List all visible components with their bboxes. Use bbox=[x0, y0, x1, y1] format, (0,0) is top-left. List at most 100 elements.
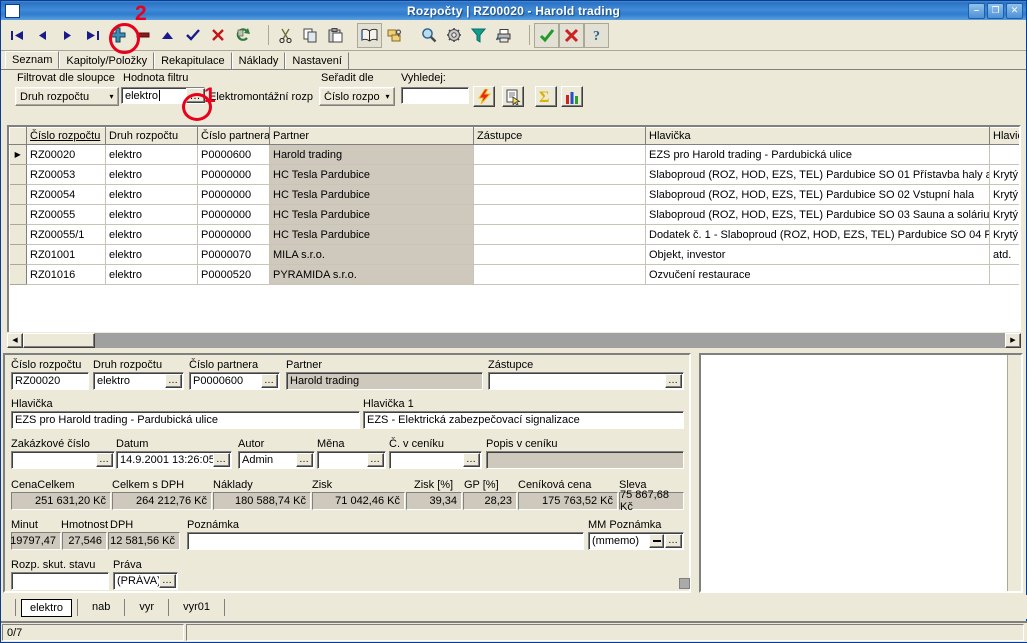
table-row[interactable]: RZ00055 elektro P0000000 HC Tesla Pardub… bbox=[10, 205, 1022, 225]
table-row[interactable]: RZ00055/1 elektro P0000000 HC Tesla Pard… bbox=[10, 225, 1022, 245]
druh-rozpoctu-ellipsis-button[interactable]: … bbox=[165, 374, 182, 388]
table-row[interactable]: RZ01016 elektro P0000520 PYRAMIDA s.r.o.… bbox=[10, 265, 1022, 285]
cell-druh-rozpoctu[interactable]: elektro bbox=[106, 165, 198, 185]
field-druh-rozpoctu[interactable]: elektro … bbox=[93, 372, 184, 390]
cell-zastupce[interactable] bbox=[474, 265, 646, 285]
cell-cislo-partnera[interactable]: P0000000 bbox=[198, 165, 270, 185]
scroll-right-icon[interactable]: ▶ bbox=[1005, 333, 1021, 348]
nav-first-button[interactable] bbox=[5, 23, 30, 48]
field-zakazkove-cislo[interactable]: … bbox=[11, 451, 115, 469]
zakazkove-cislo-ellipsis-button[interactable]: … bbox=[96, 453, 113, 467]
cell-hlavicka1[interactable] bbox=[990, 265, 1022, 285]
record-add-button[interactable] bbox=[105, 23, 130, 48]
tab-rekapitulace[interactable]: Rekapitulace bbox=[154, 52, 232, 69]
prava-ellipsis-button[interactable]: … bbox=[159, 574, 176, 588]
nav-last-button[interactable] bbox=[80, 23, 105, 48]
quick-filter-button[interactable] bbox=[473, 86, 495, 107]
sort-combo[interactable]: Číslo rozpo ▾ bbox=[319, 87, 395, 106]
cut-button[interactable] bbox=[273, 23, 298, 48]
col-header-druh-rozpoctu[interactable]: Druh rozpočtu bbox=[106, 128, 198, 145]
col-header-cislo-rozpoctu[interactable]: Číslo rozpočtu bbox=[27, 128, 106, 145]
cell-partner[interactable]: PYRAMIDA s.r.o. bbox=[270, 265, 474, 285]
cell-druh-rozpoctu[interactable]: elektro bbox=[106, 265, 198, 285]
cell-hlavicka1[interactable]: EZS - Elektr bbox=[990, 145, 1022, 165]
cell-hlavicka1[interactable]: Krytý plaved bbox=[990, 225, 1022, 245]
field-mm-poznamka[interactable]: (mmemo) … bbox=[588, 532, 684, 550]
preview-scrollbar[interactable] bbox=[1007, 355, 1021, 591]
cell-hlavicka[interactable]: Objekt, investor bbox=[646, 245, 990, 265]
cell-partner[interactable]: Harold trading bbox=[270, 145, 474, 165]
table-row[interactable]: RZ01001 elektro P0000070 MILA s.r.o. Obj… bbox=[10, 245, 1022, 265]
zoom-search-button[interactable] bbox=[416, 23, 441, 48]
zastupce-ellipsis-button[interactable]: … bbox=[665, 374, 682, 388]
col-header-zastupce[interactable]: Zástupce bbox=[474, 128, 646, 145]
cell-cislo-partnera[interactable]: P0000000 bbox=[198, 225, 270, 245]
cell-hlavicka1[interactable]: atd. bbox=[990, 245, 1022, 265]
cell-cislo-partnera[interactable]: P0000600 bbox=[198, 145, 270, 165]
field-rozp-skut-stavu[interactable] bbox=[11, 572, 109, 590]
grid-horizontal-scrollbar[interactable]: ◀ ▶ bbox=[7, 332, 1021, 348]
cell-hlavicka[interactable]: EZS pro Harold trading - Pardubická ulic… bbox=[646, 145, 990, 165]
maximize-button[interactable]: ❐ bbox=[987, 3, 1004, 19]
resize-grip[interactable] bbox=[679, 578, 690, 589]
cell-hlavicka[interactable]: Slaboproud (ROZ, HOD, EZS, TEL) Pardubic… bbox=[646, 205, 990, 225]
preview-panel[interactable] bbox=[699, 353, 1023, 593]
mm-poznamka-ellipsis-button[interactable]: … bbox=[665, 534, 682, 548]
field-prava[interactable]: (PRÁVA) … bbox=[113, 572, 178, 590]
table-row[interactable]: RZ00053 elektro P0000000 HC Tesla Pardub… bbox=[10, 165, 1022, 185]
autor-ellipsis-button[interactable]: … bbox=[296, 453, 313, 467]
record-post-button[interactable] bbox=[180, 23, 205, 48]
tab-nastaveni[interactable]: Nastavení bbox=[285, 52, 349, 69]
tab-seznam[interactable]: Seznam bbox=[5, 51, 59, 69]
cell-cislo-rozpoctu[interactable]: RZ01016 bbox=[27, 265, 106, 285]
cell-hlavicka1[interactable]: Krytý plaved bbox=[990, 165, 1022, 185]
col-header-hlavicka1[interactable]: Hlavička 1 bbox=[990, 128, 1022, 145]
window-icon[interactable] bbox=[5, 4, 20, 18]
cell-cislo-rozpoctu[interactable]: RZ00055/1 bbox=[27, 225, 106, 245]
minimize-button[interactable]: – bbox=[968, 3, 985, 19]
field-mena[interactable]: … bbox=[317, 451, 386, 469]
field-c-v-ceniku[interactable]: … bbox=[389, 451, 482, 469]
cell-zastupce[interactable] bbox=[474, 225, 646, 245]
dataset-tab-elektro[interactable]: elektro bbox=[21, 599, 72, 617]
filter-value-ellipsis-button[interactable]: … bbox=[186, 88, 205, 103]
cell-hlavicka[interactable]: Ozvučení restaurace bbox=[646, 265, 990, 285]
cell-cislo-partnera[interactable]: P0000000 bbox=[198, 205, 270, 225]
record-delete-button[interactable] bbox=[130, 23, 155, 48]
cell-druh-rozpoctu[interactable]: elektro bbox=[106, 185, 198, 205]
field-cislo-partnera[interactable]: P0000600 … bbox=[189, 372, 280, 390]
cell-zastupce[interactable] bbox=[474, 145, 646, 165]
filter-column-combo[interactable]: Druh rozpočtu ▾ bbox=[15, 87, 119, 106]
dataset-tab-vyr[interactable]: vyr bbox=[124, 599, 168, 616]
copy-button[interactable] bbox=[298, 23, 323, 48]
cell-zastupce[interactable] bbox=[474, 205, 646, 225]
dataset-tab-nab[interactable]: nab bbox=[77, 599, 124, 616]
close-button[interactable]: ✕ bbox=[1006, 3, 1023, 19]
cell-cislo-rozpoctu[interactable]: RZ00054 bbox=[27, 185, 106, 205]
field-datum[interactable]: 14.9.2001 13:26:05 … bbox=[116, 451, 232, 469]
cell-druh-rozpoctu[interactable]: elektro bbox=[106, 145, 198, 165]
datum-ellipsis-button[interactable]: … bbox=[213, 453, 230, 467]
dataset-tab-vyr01[interactable]: vyr01 bbox=[168, 599, 224, 616]
mm-poznamka-clear-button[interactable] bbox=[649, 534, 664, 548]
settings-button[interactable] bbox=[441, 23, 466, 48]
cell-cislo-rozpoctu[interactable]: RZ00020 bbox=[27, 145, 106, 165]
scroll-left-icon[interactable]: ◀ bbox=[7, 333, 23, 348]
confirm-button[interactable] bbox=[534, 23, 559, 48]
scrollbar-track[interactable] bbox=[95, 333, 1005, 348]
field-hlavicka1[interactable]: EZS - Elektrická zabezpečovací signaliza… bbox=[363, 411, 684, 429]
nav-next-button[interactable] bbox=[55, 23, 80, 48]
col-header-cislo-partnera[interactable]: Číslo partnera bbox=[198, 128, 270, 145]
col-header-partner[interactable]: Partner bbox=[270, 128, 474, 145]
paste-button[interactable] bbox=[323, 23, 348, 48]
sum-button[interactable]: Σ bbox=[535, 86, 557, 107]
cell-druh-rozpoctu[interactable]: elektro bbox=[106, 245, 198, 265]
cell-hlavicka[interactable]: Dodatek č. 1 - Slaboproud (ROZ, HOD, EZS… bbox=[646, 225, 990, 245]
cell-partner[interactable]: MILA s.r.o. bbox=[270, 245, 474, 265]
cell-partner[interactable]: HC Tesla Pardubice bbox=[270, 205, 474, 225]
record-refresh-button[interactable] bbox=[230, 23, 255, 48]
cell-cislo-rozpoctu[interactable]: RZ01001 bbox=[27, 245, 106, 265]
cell-cislo-partnera[interactable]: P0000520 bbox=[198, 265, 270, 285]
report-button[interactable] bbox=[502, 86, 524, 107]
cell-hlavicka1[interactable]: Krytý plaved bbox=[990, 185, 1022, 205]
